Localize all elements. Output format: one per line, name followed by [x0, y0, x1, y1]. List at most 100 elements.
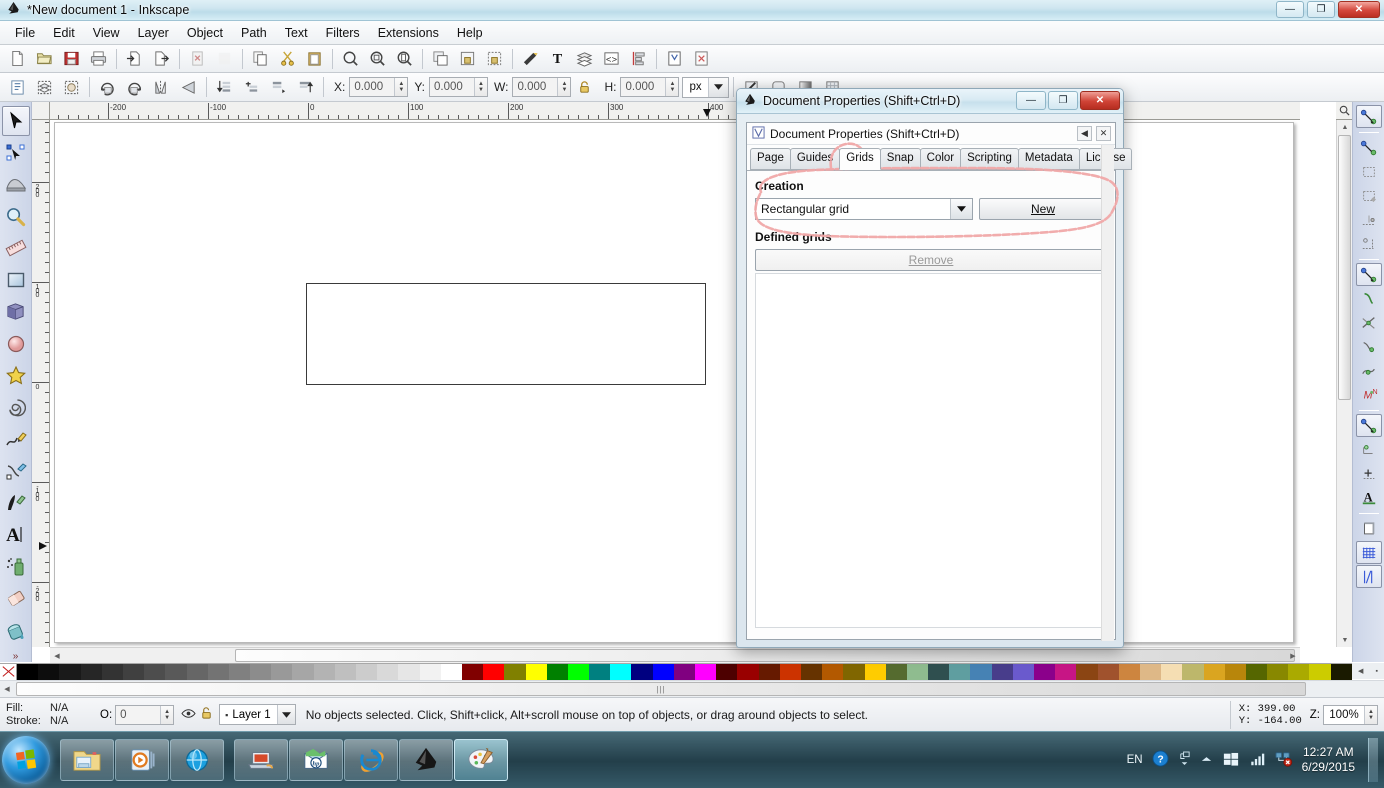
menu-filters[interactable]: Filters [317, 23, 369, 43]
palette-swatch[interactable] [1097, 664, 1119, 680]
chevron-down-icon[interactable] [276, 705, 295, 724]
palette-swatch[interactable] [546, 664, 568, 680]
palette-swatch[interactable] [949, 664, 971, 680]
width-field-input[interactable] [513, 78, 558, 96]
lock-ratio-icon[interactable] [572, 75, 597, 99]
tab-guides[interactable]: Guides [789, 148, 841, 170]
undo-icon[interactable] [185, 47, 210, 71]
canvas-horizontal-scrollbar[interactable]: ◀ ▶ [50, 647, 1300, 663]
palette-scroll-controls[interactable]: ◀ ▪ [1352, 663, 1384, 679]
palette-swatch[interactable] [186, 664, 208, 680]
eye-icon[interactable] [181, 707, 196, 723]
spiral-tool[interactable] [2, 392, 30, 422]
palette-swatch[interactable] [737, 664, 759, 680]
menu-path[interactable]: Path [232, 23, 276, 43]
palette-swatch[interactable] [80, 664, 102, 680]
tweak-tool[interactable] [2, 170, 30, 200]
palette-swatch[interactable] [673, 664, 695, 680]
snap-bbox-edge[interactable] [1356, 160, 1382, 183]
palette-swatch[interactable] [483, 664, 505, 680]
zoom-field[interactable]: ▲▼ [1323, 704, 1378, 725]
palette-swatch[interactable] [822, 664, 844, 680]
bezier-tool[interactable] [2, 456, 30, 486]
palette-swatch[interactable] [1055, 664, 1077, 680]
palette-swatch[interactable] [589, 664, 611, 680]
text-properties-icon[interactable]: T [545, 47, 570, 71]
rotate-cw-icon[interactable] [122, 75, 147, 99]
palette-swatch[interactable] [567, 664, 590, 680]
raise-to-top-icon[interactable] [293, 75, 318, 99]
palette-swatch[interactable] [991, 664, 1013, 680]
palette-swatch[interactable] [334, 664, 356, 680]
document-properties-icon[interactable] [689, 47, 714, 71]
zoom-drawing-icon[interactable] [365, 47, 390, 71]
taskbar-windows-media-player[interactable] [115, 739, 169, 781]
palette-swatch[interactable] [631, 664, 653, 680]
snap-to-smooth-nodes[interactable] [1356, 359, 1382, 382]
height-field[interactable]: ▲▼ [620, 77, 680, 97]
dialog-maximize-button[interactable]: ❐ [1048, 91, 1078, 110]
snap-to-paths[interactable] [1356, 287, 1382, 310]
palette-swatch[interactable] [1224, 664, 1246, 680]
palette-swatch[interactable] [271, 664, 293, 680]
palette-swatch[interactable] [101, 664, 123, 680]
zoom-input[interactable] [1324, 705, 1364, 724]
calligraphy-tool[interactable] [2, 488, 30, 518]
select-all-layers-icon[interactable] [32, 75, 57, 99]
palette-swatch[interactable] [1139, 664, 1162, 680]
palette-swatch[interactable] [1161, 664, 1183, 680]
palette-swatch[interactable] [906, 664, 929, 680]
palette-swatch[interactable] [610, 664, 632, 680]
menu-text[interactable]: Text [276, 23, 317, 43]
palette-swatch[interactable] [313, 664, 335, 680]
tab-grids[interactable]: Grids [839, 148, 881, 170]
vertical-scrollbar-thumb[interactable] [1338, 135, 1351, 400]
palette-swatch[interactable] [716, 664, 738, 680]
x-field[interactable]: ▲▼ [349, 77, 409, 97]
palette-swatch[interactable] [228, 664, 251, 680]
snap-to-cusp-nodes[interactable] [1356, 335, 1382, 358]
text-tool[interactable]: A [2, 520, 30, 550]
palette-swatch[interactable] [122, 664, 145, 680]
flip-horizontal-icon[interactable] [149, 75, 174, 99]
layer-select[interactable]: ▪ Layer 1 [219, 704, 296, 725]
palette-swatch[interactable] [398, 664, 420, 680]
flip-vertical-icon[interactable] [176, 75, 201, 99]
palette-swatch[interactable] [779, 664, 801, 680]
snap-bounding-box[interactable] [1356, 136, 1382, 159]
tab-snap[interactable]: Snap [879, 148, 921, 170]
star-tool[interactable] [2, 361, 30, 391]
palette-swatch[interactable] [17, 664, 39, 680]
windows-start-orb-icon[interactable] [2, 736, 50, 784]
show-desktop-button[interactable] [1368, 738, 1378, 782]
palette-scroll-left-arrow-icon[interactable]: ◀ [0, 682, 14, 697]
taskbar-paint[interactable] [454, 739, 508, 781]
height-field-spinner[interactable]: ▲ ▼ [665, 78, 679, 96]
help-icon[interactable]: ? [1152, 750, 1169, 770]
snap-others[interactable] [1355, 414, 1382, 437]
new-document-icon[interactable] [5, 47, 30, 71]
zoom-page-icon[interactable] [392, 47, 417, 71]
taskbar-browser-blue[interactable] [170, 739, 224, 781]
menu-layer[interactable]: Layer [129, 23, 178, 43]
lower-to-bottom-icon[interactable] [212, 75, 237, 99]
network-error-icon[interactable] [1275, 750, 1293, 770]
x-field-input[interactable] [350, 78, 395, 96]
drawn-rectangle[interactable] [306, 283, 706, 385]
snap-grids[interactable] [1355, 541, 1382, 564]
palette-swatch[interactable] [1034, 664, 1056, 680]
duplicate-icon[interactable] [428, 47, 453, 71]
import-icon[interactable] [122, 47, 147, 71]
height-field-input[interactable] [621, 78, 666, 96]
taskbar-inkscape[interactable] [399, 739, 453, 781]
palette-swatch[interactable] [461, 664, 484, 680]
scroll-left-arrow-icon[interactable]: ◀ [50, 648, 64, 664]
menu-file[interactable]: File [6, 23, 44, 43]
select-all-icon[interactable] [5, 75, 30, 99]
palette-swatch[interactable] [419, 664, 441, 680]
snap-page-border[interactable] [1356, 517, 1382, 540]
tab-metadata[interactable]: Metadata [1017, 148, 1080, 170]
width-field-spinner[interactable]: ▲ ▼ [557, 78, 571, 96]
dialog-close-button[interactable]: ✕ [1080, 91, 1120, 110]
cut-icon[interactable] [275, 47, 300, 71]
